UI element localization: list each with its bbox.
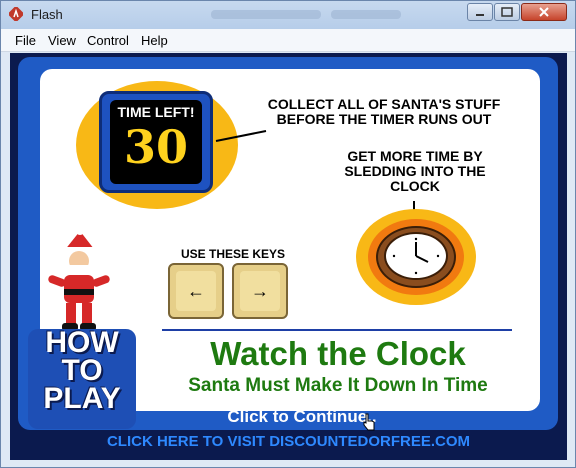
menu-help[interactable]: Help [141,33,168,48]
menu-control[interactable]: Control [87,33,129,48]
divider-line [162,329,512,331]
how-to-play-text: HOW TO PLAY [43,326,121,415]
game-title: Watch the Clock [210,335,466,372]
title-bar[interactable]: Flash [1,1,575,29]
close-button[interactable] [521,3,567,21]
game-subtitle: Santa Must Make It Down In Time [188,375,488,396]
close-icon [539,7,549,17]
hand-cursor-icon [363,413,375,431]
menu-file[interactable]: File [15,33,36,48]
keys-label: USE THESE KEYS [180,247,286,261]
flash-app-icon [9,7,23,21]
right-arrow-icon: → [240,271,280,311]
blurred-title-text [211,10,321,19]
clock-icon [384,232,448,280]
minimize-icon [476,14,484,16]
flash-window: Flash File View Control Help TIME LEFT! … [0,0,576,468]
minimize-button[interactable] [467,3,493,21]
window-title: Flash [31,7,63,22]
left-arrow-icon: ← [176,271,216,311]
right-arrow-key: → [232,263,288,319]
maximize-button[interactable] [494,3,520,21]
visit-site-link[interactable]: CLICK HERE TO VISIT DISCOUNTEDORFREE.COM [10,433,567,450]
left-arrow-key: ← [168,263,224,319]
click-to-continue[interactable]: Click to Continue.. [182,407,422,427]
blurred-title-text [331,10,401,19]
santa-icon [48,229,110,331]
menu-bar: File View Control Help [1,29,575,52]
flash-stage[interactable]: TIME LEFT! 30 COLLECT ALL OF SANTA'S STU… [10,53,567,460]
menu-view[interactable]: View [48,33,76,48]
instruction-collect: COLLECT ALL OF SANTA'S STUFF BEFORE THE … [267,96,501,127]
maximize-icon [501,7,513,17]
instruction-more-time: GET MORE TIME BY SLEDDING INTO THE CLOCK [344,148,486,194]
